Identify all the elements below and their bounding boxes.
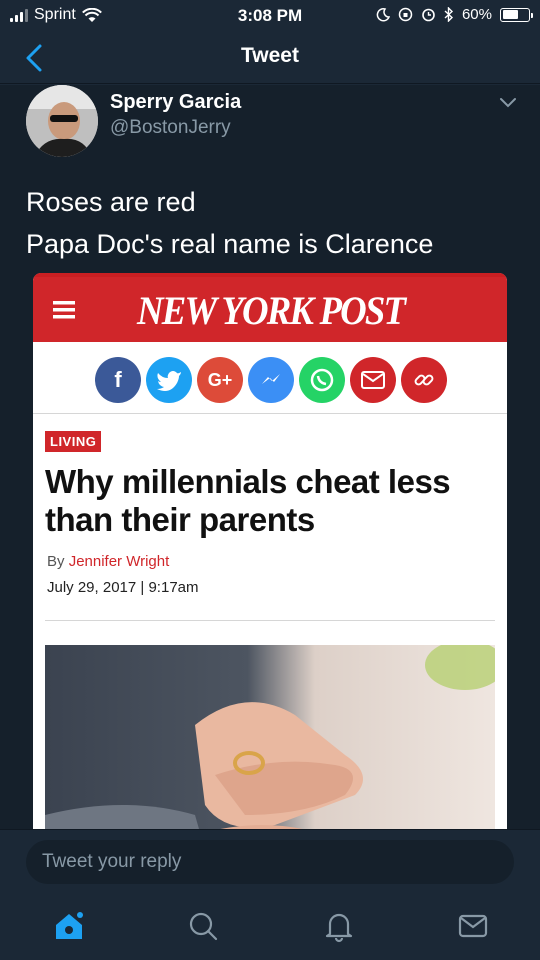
battery-level xyxy=(502,10,518,19)
messages-icon[interactable] xyxy=(456,909,490,943)
avatar[interactable] xyxy=(26,85,98,157)
twitter-icon xyxy=(146,357,192,403)
alarm-icon xyxy=(422,8,435,22)
page-title: Tweet xyxy=(241,44,299,67)
article-byline: By Jennifer Wright xyxy=(47,553,169,570)
reply-bar: Tweet your reply xyxy=(0,829,540,891)
orientation-lock-icon xyxy=(398,7,413,22)
article-photo xyxy=(45,645,495,829)
google-plus-icon: G+ xyxy=(197,357,243,403)
section-badge: LIVING xyxy=(45,431,102,452)
tab-bar xyxy=(0,891,540,960)
article-author: Jennifer Wright xyxy=(68,553,170,570)
status-indicators: 60% xyxy=(376,6,533,23)
search-icon[interactable] xyxy=(186,909,220,943)
share-buttons: f G+ xyxy=(95,357,447,403)
home-icon[interactable] xyxy=(52,909,86,943)
divider xyxy=(33,413,507,414)
divider xyxy=(45,620,495,621)
article-date: July 29, 2017 | 9:17am xyxy=(47,579,199,596)
email-icon xyxy=(350,357,396,403)
notifications-icon[interactable] xyxy=(322,909,356,943)
article-headline: Why millennials cheat less than their pa… xyxy=(45,463,451,538)
tweet-text: Roses are red Papa Doc's real name is Cl… xyxy=(26,181,433,265)
whatsapp-icon xyxy=(299,357,345,403)
tweet-line: Roses are red xyxy=(26,187,196,217)
display-name[interactable]: Sperry Garcia xyxy=(110,91,241,114)
menu-icon xyxy=(53,301,75,319)
battery-icon xyxy=(500,7,533,22)
link-icon xyxy=(401,357,447,403)
share-label: G+ xyxy=(207,369,233,390)
battery-percent: 60% xyxy=(461,6,492,23)
facebook-icon: f xyxy=(95,357,141,403)
messenger-icon xyxy=(248,357,294,403)
byline-prefix: By xyxy=(47,553,69,570)
bluetooth-icon xyxy=(444,7,453,22)
share-label: f xyxy=(114,367,122,392)
moon-icon xyxy=(376,7,390,21)
post-header: NEW YORK POST xyxy=(33,273,507,342)
publication-logo: NEW YORK POST xyxy=(137,288,406,333)
tweet-detail: Sperry Garcia @BostonJerry Roses are red… xyxy=(0,85,540,829)
user-handle[interactable]: @BostonJerry xyxy=(110,117,231,139)
tweet-line: Papa Doc's real name is Clarence xyxy=(26,229,434,259)
reply-input[interactable]: Tweet your reply xyxy=(26,840,514,884)
chevron-down-icon[interactable] xyxy=(498,95,518,109)
status-bar: Sprint 3:08 PM 60% xyxy=(0,0,540,32)
tweet-media-image[interactable]: NEW YORK POST f G+ LIVING Why millennials… xyxy=(33,273,507,829)
navigation-bar: Tweet xyxy=(0,32,540,84)
